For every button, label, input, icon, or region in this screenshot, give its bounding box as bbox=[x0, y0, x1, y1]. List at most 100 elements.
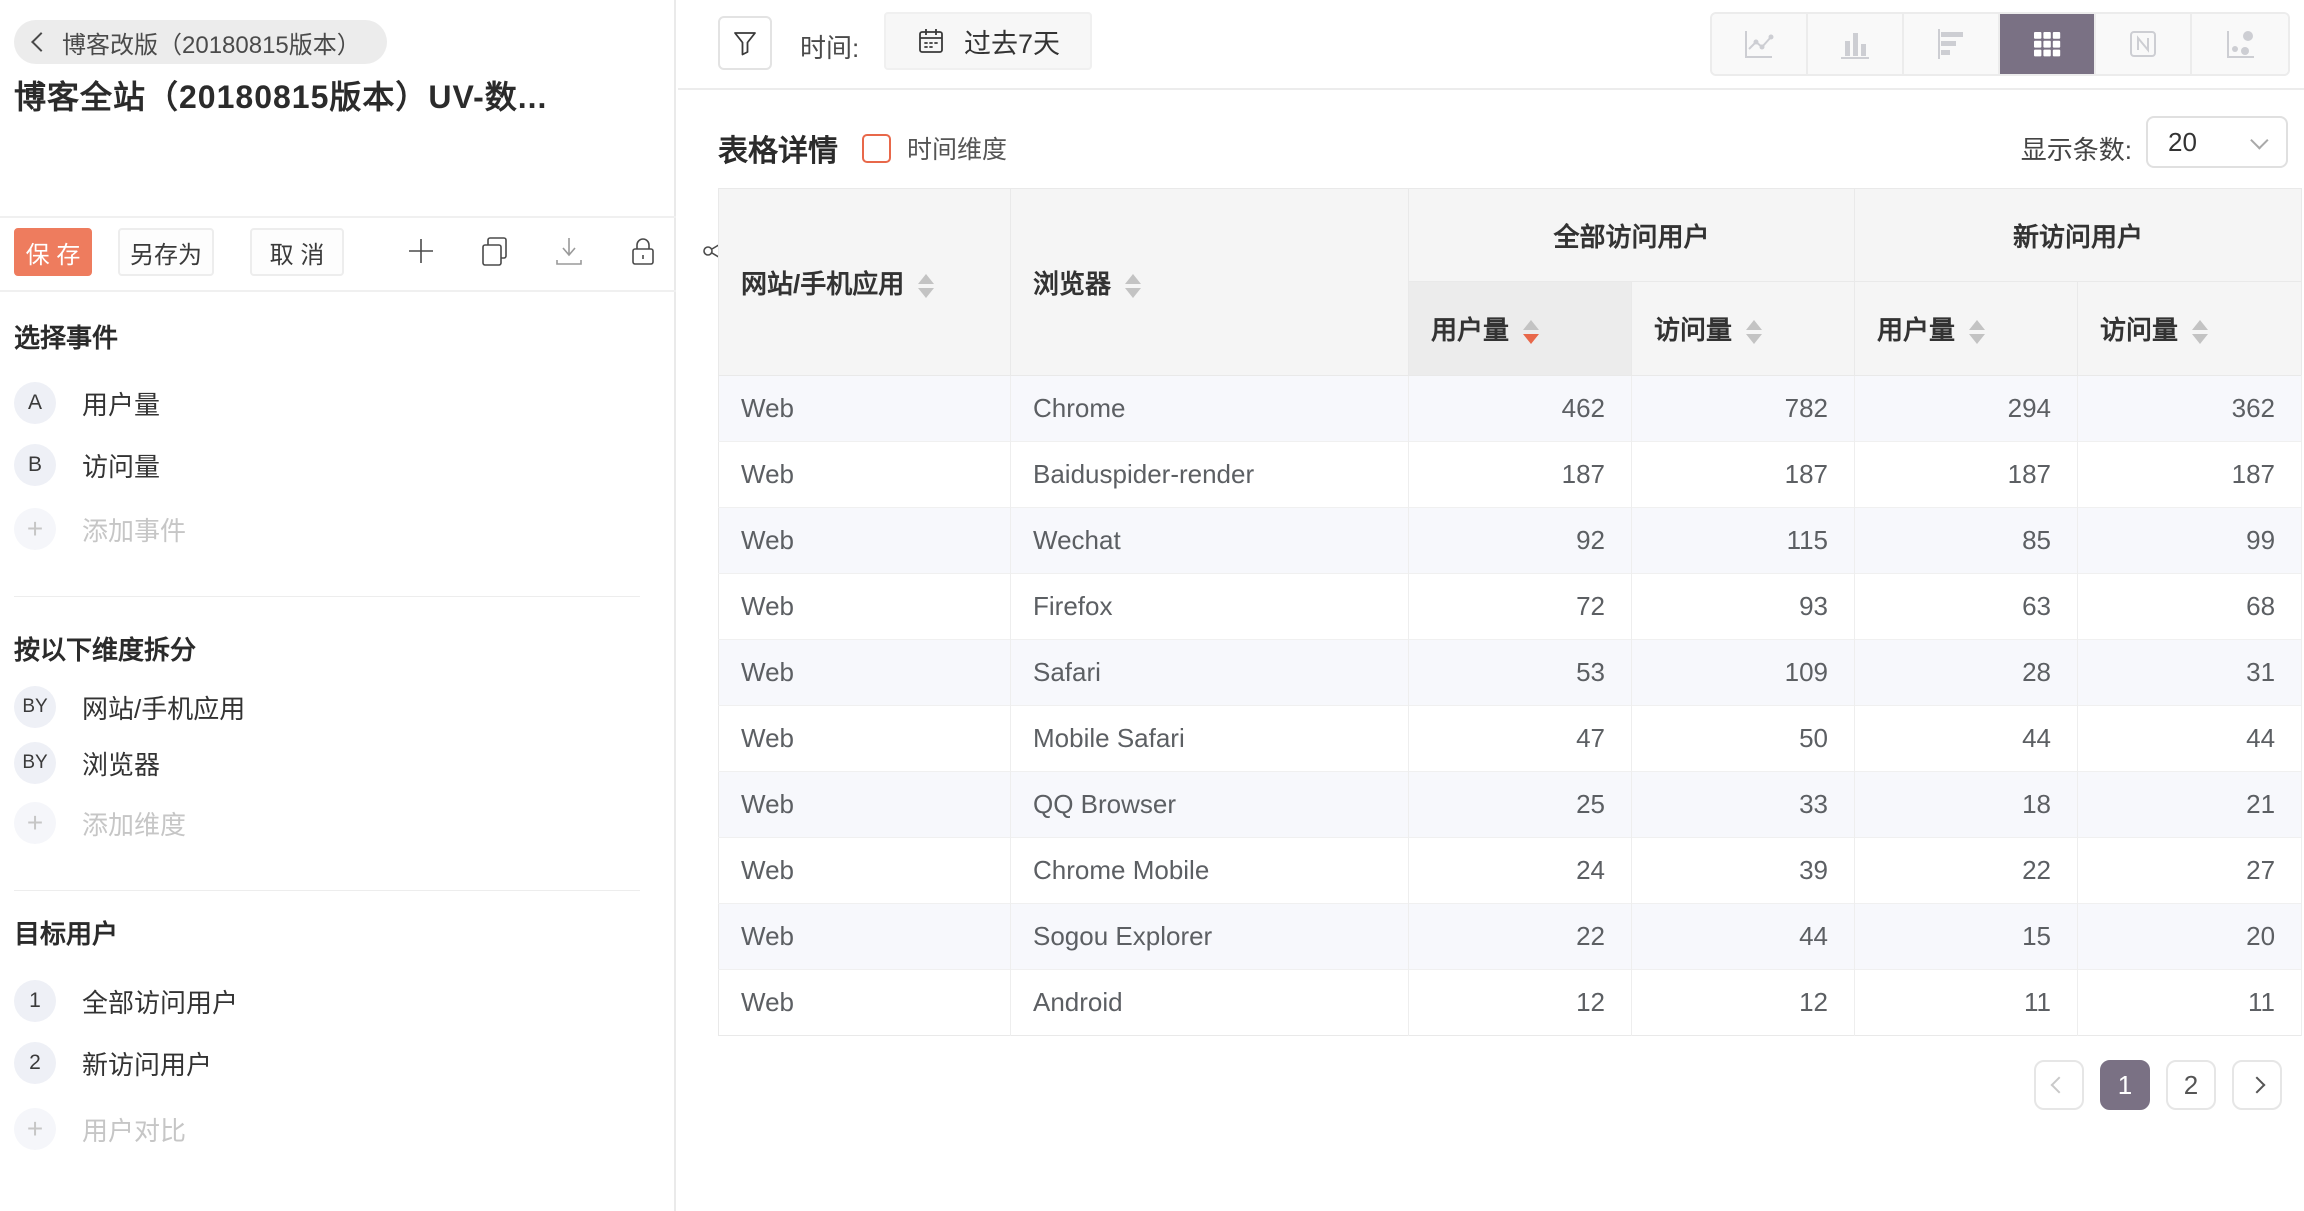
cell-app: Web bbox=[719, 970, 1011, 1036]
add-dimension-button[interactable]: + 添加维度 bbox=[14, 802, 186, 844]
save-as-button[interactable]: 另存为 bbox=[118, 228, 214, 276]
table-row: Web Firefox 72 93 63 68 bbox=[719, 574, 2302, 640]
breadcrumb[interactable]: 博客改版（20180815版本） bbox=[14, 20, 387, 64]
user-item-new[interactable]: 2 新访问用户 bbox=[14, 1042, 212, 1084]
cell-users-new: 294 bbox=[1855, 376, 2078, 442]
add-event-label: 添加事件 bbox=[82, 511, 186, 548]
sort-icon[interactable] bbox=[1969, 320, 1985, 344]
view-horizontal-bar-button[interactable] bbox=[1904, 14, 2000, 74]
add-dimension-label: 添加维度 bbox=[82, 805, 186, 842]
event-item-b[interactable]: B 访问量 bbox=[14, 444, 160, 486]
sort-icon-active[interactable] bbox=[1523, 320, 1539, 344]
lock-icon[interactable] bbox=[626, 234, 660, 268]
chevron-left-icon bbox=[31, 32, 51, 52]
cell-browser: Android bbox=[1011, 970, 1409, 1036]
page-size-select[interactable]: 20 bbox=[2146, 116, 2288, 168]
view-line-chart-button[interactable] bbox=[1712, 14, 1808, 74]
divider bbox=[14, 890, 640, 891]
calendar-icon bbox=[916, 26, 946, 56]
table-row: Web QQ Browser 25 33 18 21 bbox=[719, 772, 2302, 838]
filter-button[interactable] bbox=[718, 16, 772, 70]
cell-browser: Mobile Safari bbox=[1011, 706, 1409, 772]
chevron-right-icon bbox=[2249, 1077, 2266, 1094]
page-title: 博客全站（20180815版本）UV-数... bbox=[14, 72, 654, 118]
cell-browser: Baiduspider-render bbox=[1011, 442, 1409, 508]
cell-browser: Firefox bbox=[1011, 574, 1409, 640]
download-icon[interactable] bbox=[552, 234, 586, 268]
cell-visits-new: 11 bbox=[2078, 970, 2302, 1036]
time-label: 时间: bbox=[800, 28, 859, 65]
cell-users-new: 85 bbox=[1855, 508, 2078, 574]
events-heading: 选择事件 bbox=[14, 318, 118, 355]
user-label-all: 全部访问用户 bbox=[82, 983, 238, 1020]
time-range-value: 过去7天 bbox=[964, 22, 1060, 61]
cell-visits-new: 20 bbox=[2078, 904, 2302, 970]
table-row: Web Baiduspider-render 187 187 187 187 bbox=[719, 442, 2302, 508]
next-page-button[interactable] bbox=[2232, 1060, 2282, 1110]
add-icon[interactable] bbox=[404, 234, 438, 268]
dimension-item-browser[interactable]: BY 浏览器 bbox=[14, 742, 160, 784]
cell-visits-new: 44 bbox=[2078, 706, 2302, 772]
sort-icon[interactable] bbox=[2192, 320, 2208, 344]
cell-visits-new: 31 bbox=[2078, 640, 2302, 706]
cell-users-all: 22 bbox=[1409, 904, 1632, 970]
line-chart-icon bbox=[1740, 25, 1778, 63]
column-header-visits-new[interactable]: 访问量 bbox=[2078, 282, 2302, 376]
dimension-item-app[interactable]: BY 网站/手机应用 bbox=[14, 686, 245, 728]
cell-users-all: 25 bbox=[1409, 772, 1632, 838]
column-header-app[interactable]: 网站/手机应用 bbox=[719, 189, 1011, 376]
action-buttons: 保 存 另存为 取 消 bbox=[14, 228, 344, 276]
page-button-2[interactable]: 2 bbox=[2166, 1060, 2216, 1110]
cancel-button[interactable]: 取 消 bbox=[250, 228, 344, 276]
user-item-all[interactable]: 1 全部访问用户 bbox=[14, 980, 238, 1022]
column-header-users-all[interactable]: 用户量 bbox=[1409, 282, 1632, 376]
cell-users-all: 12 bbox=[1409, 970, 1632, 1036]
add-event-button[interactable]: + 添加事件 bbox=[14, 508, 186, 550]
sort-icon[interactable] bbox=[918, 274, 934, 298]
cell-visits-new: 187 bbox=[2078, 442, 2302, 508]
time-dimension-checkbox[interactable] bbox=[862, 134, 891, 163]
column-header-browser[interactable]: 浏览器 bbox=[1011, 189, 1409, 376]
main-content: 时间: 过去7天 bbox=[678, 0, 2304, 1211]
sort-icon[interactable] bbox=[1746, 320, 1762, 344]
view-table-button[interactable] bbox=[2000, 14, 2096, 74]
breadcrumb-label: 博客改版（20180815版本） bbox=[62, 25, 361, 60]
table-row: Web Safari 53 109 28 31 bbox=[719, 640, 2302, 706]
time-range-button[interactable]: 过去7天 bbox=[884, 12, 1092, 70]
view-scatter-chart-button[interactable] bbox=[2192, 14, 2288, 74]
event-label-a: 用户量 bbox=[82, 385, 160, 422]
scatter-chart-icon bbox=[2221, 25, 2259, 63]
page-size-label: 显示条数: bbox=[2021, 130, 2132, 167]
cell-visits-all: 33 bbox=[1632, 772, 1855, 838]
page-button-1[interactable]: 1 bbox=[2100, 1060, 2150, 1110]
view-bar-chart-button[interactable] bbox=[1808, 14, 1904, 74]
user-label-new: 新访问用户 bbox=[82, 1045, 212, 1082]
dimension-label-browser: 浏览器 bbox=[82, 745, 160, 782]
cell-browser: Sogou Explorer bbox=[1011, 904, 1409, 970]
chevron-left-icon bbox=[2051, 1077, 2068, 1094]
save-button[interactable]: 保 存 bbox=[14, 228, 92, 276]
cell-visits-all: 782 bbox=[1632, 376, 1855, 442]
divider bbox=[0, 290, 676, 292]
event-item-a[interactable]: A 用户量 bbox=[14, 382, 160, 424]
cell-visits-new: 362 bbox=[2078, 376, 2302, 442]
user-compare-button[interactable]: + 用户对比 bbox=[14, 1108, 186, 1150]
copy-icon[interactable] bbox=[478, 234, 512, 268]
bar-chart-icon bbox=[1836, 25, 1874, 63]
number-card-icon bbox=[2124, 25, 2162, 63]
column-header-visits-all[interactable]: 访问量 bbox=[1632, 282, 1855, 376]
view-number-card-button[interactable] bbox=[2096, 14, 2192, 74]
table-row: Web Wechat 92 115 85 99 bbox=[719, 508, 2302, 574]
cell-users-new: 44 bbox=[1855, 706, 2078, 772]
prev-page-button[interactable] bbox=[2034, 1060, 2084, 1110]
group-header-new-users: 新访问用户 bbox=[1855, 189, 2302, 282]
event-label-b: 访问量 bbox=[82, 447, 160, 484]
table-section-title: 表格详情 bbox=[718, 126, 838, 170]
cell-users-all: 53 bbox=[1409, 640, 1632, 706]
dimension-badge-by1: BY bbox=[14, 686, 56, 728]
cell-visits-all: 115 bbox=[1632, 508, 1855, 574]
sort-icon[interactable] bbox=[1125, 274, 1141, 298]
time-dimension-toggle[interactable]: 时间维度 bbox=[862, 130, 1007, 166]
cell-browser: Chrome bbox=[1011, 376, 1409, 442]
column-header-users-new[interactable]: 用户量 bbox=[1855, 282, 2078, 376]
